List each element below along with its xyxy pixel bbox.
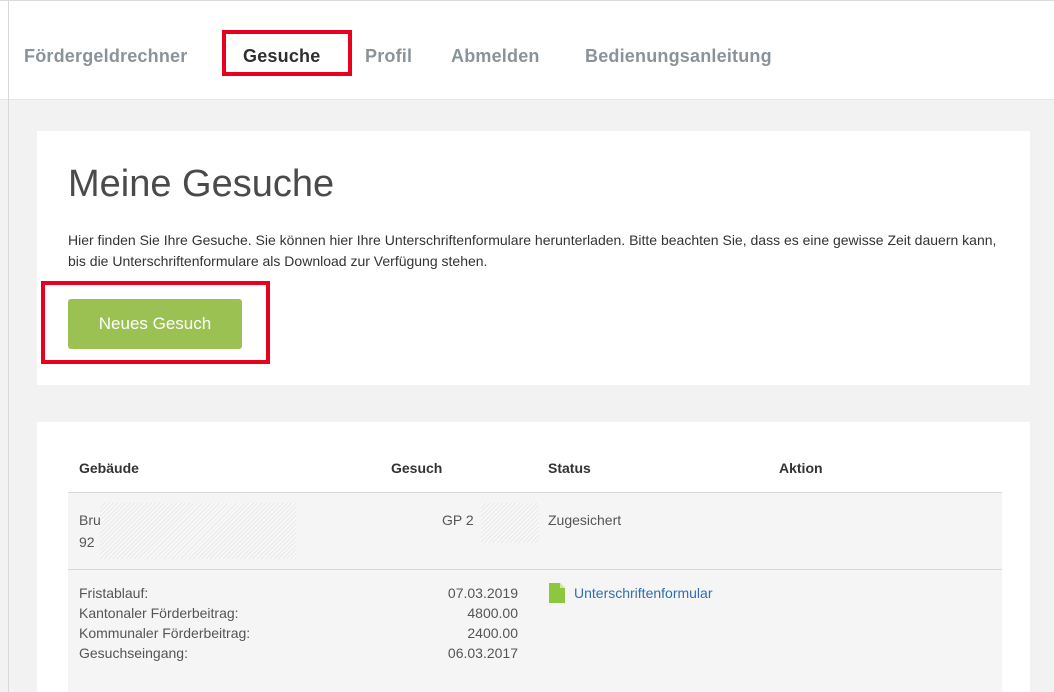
detail-label-kantonal: Kantonaler Förderbeitrag:	[79, 605, 239, 621]
top-navigation: Fördergeldrechner Gesuche Profil Abmelde…	[0, 0, 1054, 692]
detail-value-kommunal: 2400.00	[467, 625, 518, 641]
page-left-border	[8, 1, 9, 692]
building-name-line2: 92	[79, 534, 95, 550]
document-icon	[549, 583, 565, 603]
column-header-status: Status	[548, 460, 591, 476]
detail-value-kantonal: 4800.00	[467, 605, 518, 621]
intro-text: Hier finden Sie Ihre Gesuche. Sie können…	[68, 232, 997, 269]
detail-label-kommunal: Kommunaler Förderbeitrag:	[79, 625, 251, 641]
column-header-building: Gebäude	[79, 460, 139, 476]
highlight-new-request-button	[41, 281, 270, 364]
signature-form-download-link[interactable]: Unterschriftenformular	[574, 583, 713, 603]
redacted-building-address	[100, 503, 296, 559]
detail-value-gesuchseingang: 06.03.2017	[447, 645, 518, 661]
detail-value-fristablauf: 07.03.2019	[447, 585, 518, 601]
status-text: Zugesichert	[548, 512, 622, 528]
redacted-request-number	[481, 503, 539, 543]
building-name-line1: Bru	[79, 512, 101, 528]
column-header-action: Aktion	[779, 460, 823, 476]
column-header-request: Gesuch	[391, 460, 443, 476]
nav-bedienungsanleitung[interactable]: Bedienungsanleitung	[585, 46, 772, 67]
detail-label-fristablauf: Fristablauf:	[79, 585, 149, 601]
nav-foerdergeldrechner[interactable]: Fördergeldrechner	[24, 46, 187, 67]
page-title: Meine Gesuche	[68, 163, 335, 205]
nav-profil[interactable]: Profil	[365, 46, 412, 67]
highlight-gesuche-tab	[222, 30, 352, 76]
request-number: GP 2	[442, 512, 474, 528]
detail-label-gesuchseingang: Gesuchseingang:	[79, 645, 188, 661]
nav-abmelden[interactable]: Abmelden	[451, 46, 540, 67]
